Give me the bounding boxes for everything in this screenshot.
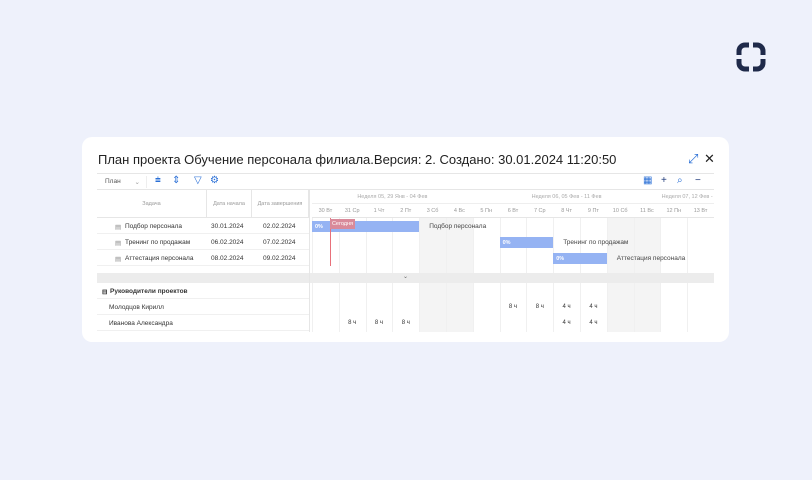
day-header: 12 Пн	[660, 204, 688, 218]
day-header: 7 Ср	[526, 204, 554, 218]
resource-row[interactable]: Иванова Александра	[97, 315, 309, 331]
resource-name: Молодцов Кирилл	[109, 304, 164, 311]
task-row[interactable]: ▤ Аттестация персонала 08.02.2024 09.02.…	[97, 250, 309, 266]
day-header: 31 Ср	[338, 204, 366, 218]
resource-hours: 4 ч	[562, 320, 571, 326]
group-name: Руководители проектов	[110, 288, 188, 295]
timeline: Неделя 05, 29 Янв - 04 Фев Неделя 06, 05 …	[309, 190, 714, 332]
task-start: 06.02.2024	[211, 239, 244, 246]
dialog-title: План проекта Обучение персонала филиала.…	[98, 152, 617, 167]
filter-icon[interactable]: ▽	[194, 175, 202, 186]
day-column	[687, 283, 714, 332]
resource-hours: 8 ч	[401, 320, 410, 326]
group-row[interactable]: ⊟ Руководители проектов	[97, 283, 309, 299]
day-column	[446, 283, 473, 332]
view-select[interactable]: План ⌄	[99, 176, 147, 188]
task-bar[interactable]: 0%	[312, 221, 420, 232]
task-progress: 0%	[502, 240, 511, 246]
task-icon: ▤	[115, 240, 122, 247]
collapse-rows-icon[interactable]: ⩧	[155, 175, 161, 186]
today-label: Сегодня	[329, 219, 356, 229]
week-header: Неделя 07, 12 Фев -	[660, 190, 714, 204]
task-bar[interactable]: 0%	[553, 253, 607, 264]
task-icon: ▤	[115, 224, 122, 231]
task-progress: 0%	[315, 224, 323, 230]
task-name: Аттестация персонала	[125, 255, 194, 262]
search-icon[interactable]: ⌕	[677, 175, 683, 186]
resource-row[interactable]: Молодцов Кирилл	[97, 299, 309, 315]
resource-hours: 8 ч	[508, 304, 518, 310]
day-header: 1 Чт	[365, 204, 393, 218]
task-name: Тренинг по продажам	[125, 239, 191, 246]
resource-hours: 4 ч	[562, 304, 571, 310]
logo-icon	[736, 42, 766, 72]
day-header: 9 Пт	[580, 204, 607, 218]
day-header: 13 Вт	[687, 204, 714, 218]
task-bar-label: Тренинг по продажам	[563, 239, 629, 246]
task-end: 09.02.2024	[263, 255, 296, 262]
task-end: 02.02.2024	[263, 223, 296, 230]
day-header: 4 Вс	[446, 204, 473, 218]
view-select-value: План	[105, 178, 121, 185]
task-start: 08.02.2024	[211, 255, 244, 262]
day-column	[472, 283, 500, 332]
gantt-grid: План ⌄ ⩧ ⇕ ▽ ⚙ ▦ + ⌕ − Задача Дата начала…	[97, 173, 714, 332]
resource-hours: 4 ч	[589, 320, 598, 326]
expand-rows-icon[interactable]: ⇕	[172, 175, 180, 186]
task-progress: 0%	[556, 256, 565, 262]
zoom-in-button[interactable]: +	[661, 175, 667, 186]
resource-hours: 8 ч	[348, 320, 357, 326]
day-header: 2 Пт	[392, 204, 420, 218]
day-header: 3 Сб	[419, 204, 446, 218]
task-bar-label: Аттестация персонала	[616, 255, 686, 262]
toolbar: План ⌄ ⩧ ⇕ ▽ ⚙ ▦ + ⌕ −	[97, 174, 714, 190]
task-row[interactable]: ▤ Подбор персонала 30.01.2024 02.02.2024	[97, 218, 309, 234]
day-column	[687, 218, 714, 273]
day-header: 11 Вс	[633, 204, 661, 218]
resource-hours: 4 ч	[589, 304, 598, 310]
day-header: 10 Сб	[606, 204, 634, 218]
week-header: Неделя 06, 05 Фев - 11 Фев	[472, 190, 661, 204]
day-header: 30 Вт	[312, 204, 339, 218]
expand-icon[interactable]: ⤢	[688, 151, 698, 167]
resource-hours: 8 ч	[374, 320, 384, 326]
resource-name: Иванова Александра	[109, 320, 173, 327]
task-start: 30.01.2024	[211, 223, 244, 230]
project-plan-dialog: План проекта Обучение персонала филиала.…	[82, 137, 729, 342]
zoom-out-button[interactable]: −	[695, 175, 701, 186]
day-column	[633, 283, 661, 332]
day-column	[660, 218, 687, 273]
day-column	[660, 283, 687, 332]
task-bar[interactable]: 0%	[499, 237, 554, 248]
day-column	[419, 283, 446, 332]
resource-hours: 8 ч	[535, 304, 544, 310]
week-header: Неделя 05, 29 Янв - 04 Фев	[312, 190, 473, 204]
day-header: 5 Пн	[472, 204, 500, 218]
task-end: 07.02.2024	[263, 239, 296, 246]
settings-icon[interactable]: ⚙	[210, 175, 219, 186]
column-header-task[interactable]: Задача	[97, 190, 207, 218]
calendar-icon[interactable]: ▦	[643, 175, 652, 186]
close-icon[interactable]: ✕	[704, 151, 715, 167]
task-bar-label: Подбор персонала	[429, 223, 487, 230]
column-header-start[interactable]: Дата начала	[207, 190, 252, 218]
day-header: 6 Вт	[499, 204, 527, 218]
day-header: 8 Чт	[553, 204, 580, 218]
day-column	[606, 283, 634, 332]
collapse-icon[interactable]: ⊟	[102, 288, 107, 296]
task-row[interactable]: ▤ Тренинг по продажам 06.02.2024 07.02.2…	[97, 234, 309, 250]
day-column	[633, 218, 661, 273]
column-header-end[interactable]: Дата завершения	[252, 190, 309, 218]
task-name: Подбор персонала	[125, 223, 182, 230]
task-icon: ▤	[115, 256, 122, 263]
chevron-down-icon: ⌄	[134, 179, 140, 186]
day-column	[312, 283, 339, 332]
